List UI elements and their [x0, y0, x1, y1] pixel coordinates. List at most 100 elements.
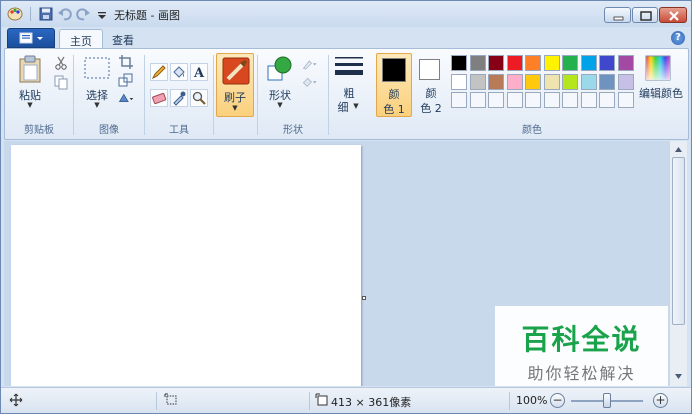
- watermark-title: 百科全说: [521, 323, 642, 356]
- canvas-resize-handle[interactable]: [362, 296, 366, 300]
- file-menu-button[interactable]: [7, 28, 55, 48]
- palette-color-swatch[interactable]: [506, 55, 523, 71]
- image-group-label: 图像: [99, 125, 119, 136]
- color1-label-line1: 颜: [388, 88, 400, 101]
- crop-icon[interactable]: [118, 54, 134, 70]
- edit-colors-icon: [645, 55, 671, 81]
- zoom-in-button[interactable]: +: [653, 393, 668, 408]
- edit-colors-label: 编辑颜色: [639, 87, 683, 100]
- resize-icon[interactable]: [118, 72, 134, 88]
- palette-color-swatch[interactable]: [451, 55, 467, 71]
- palette-custom-slot[interactable]: [506, 92, 523, 108]
- palette-custom-slot[interactable]: [580, 92, 597, 108]
- palette-color-swatch[interactable]: [562, 73, 578, 90]
- image-group: 选择 ▼ 图像: [74, 49, 144, 139]
- tools-group-label: 工具: [169, 125, 189, 136]
- cut-icon[interactable]: [53, 55, 69, 71]
- help-icon[interactable]: ?: [671, 31, 685, 45]
- zoom-out-button[interactable]: −: [550, 393, 565, 408]
- copy-icon[interactable]: [53, 74, 69, 90]
- pencil-tool[interactable]: [150, 63, 168, 81]
- palette-custom-slot[interactable]: [599, 92, 615, 108]
- maximize-button[interactable]: [632, 7, 658, 23]
- palette-color-swatch[interactable]: [617, 73, 634, 90]
- save-icon[interactable]: [38, 6, 54, 22]
- color2-button[interactable]: 颜 色 2: [414, 53, 448, 117]
- shapes-group-label: 形状: [283, 125, 303, 136]
- palette-color-swatch[interactable]: [617, 55, 634, 71]
- tab-home[interactable]: 主页: [59, 29, 103, 50]
- qat-separator: [30, 7, 31, 21]
- close-icon: [669, 11, 679, 21]
- magnifier-tool[interactable]: [190, 89, 208, 107]
- color1-label-line2: 色 1: [383, 103, 405, 116]
- outline-icon[interactable]: [302, 56, 318, 72]
- minimize-button[interactable]: [604, 7, 631, 23]
- vertical-scrollbar[interactable]: [669, 141, 687, 386]
- tab-view[interactable]: 查看: [102, 29, 144, 49]
- edit-colors-button[interactable]: 编辑颜色: [633, 53, 687, 115]
- size-dropdown-icon[interactable]: ▼: [351, 102, 361, 110]
- palette-color-swatch[interactable]: [469, 73, 486, 90]
- brush-button[interactable]: 刷子 ▼: [216, 53, 254, 117]
- palette-color-swatch[interactable]: [562, 55, 578, 71]
- paste-dropdown-icon[interactable]: ▼: [11, 101, 49, 109]
- palette-color-swatch[interactable]: [543, 73, 560, 90]
- redo-icon[interactable]: [75, 6, 91, 22]
- scrollbar-thumb[interactable]: [672, 157, 685, 325]
- eyedropper-icon: [173, 91, 186, 106]
- select-dropdown-icon[interactable]: ▼: [78, 101, 116, 109]
- shapes-icon[interactable]: [266, 55, 294, 83]
- zoom-level: 100%: [516, 394, 548, 407]
- customize-dropdown-icon[interactable]: [94, 6, 110, 22]
- palette-color-swatch[interactable]: [506, 73, 523, 90]
- eraser-tool[interactable]: [150, 89, 168, 107]
- shapes-dropdown-icon[interactable]: ▼: [261, 101, 299, 109]
- palette-custom-slot[interactable]: [543, 92, 560, 108]
- fill-icon[interactable]: [302, 74, 318, 90]
- size-group: 粗 细 ▼: [329, 49, 373, 139]
- watermark-logo: 百科全说 助你轻松解决: [495, 306, 668, 386]
- palette-custom-slot[interactable]: [617, 92, 634, 108]
- palette-custom-slot[interactable]: [525, 92, 541, 108]
- color2-label-line1: 颜: [425, 87, 437, 100]
- palette-custom-slot[interactable]: [488, 92, 504, 108]
- palette-color-swatch[interactable]: [580, 55, 597, 71]
- image-size-text: 413 × 361像素: [331, 396, 412, 409]
- close-button[interactable]: [659, 7, 687, 23]
- palette-custom-slot[interactable]: [451, 92, 467, 108]
- brush-label: 刷子: [224, 91, 246, 104]
- palette-color-swatch[interactable]: [469, 55, 486, 71]
- text-tool[interactable]: A: [190, 63, 208, 81]
- brush-icon: [222, 57, 250, 85]
- palette-color-swatch[interactable]: [525, 73, 541, 90]
- palette-custom-slot[interactable]: [469, 92, 486, 108]
- color-picker-tool[interactable]: [170, 89, 188, 107]
- paint-app-icon[interactable]: [7, 6, 23, 21]
- clipboard-group: 粘贴 ▼ 剪贴板: [5, 49, 73, 139]
- line-size-icon[interactable]: [335, 55, 363, 79]
- palette-color-swatch[interactable]: [599, 73, 615, 90]
- undo-icon[interactable]: [57, 6, 73, 22]
- zoom-slider-thumb[interactable]: [603, 393, 611, 408]
- select-icon[interactable]: [84, 57, 110, 79]
- palette-color-swatch[interactable]: [599, 55, 615, 71]
- palette-color-swatch[interactable]: [580, 73, 597, 90]
- palette-color-swatch[interactable]: [451, 73, 467, 90]
- palette-custom-slot[interactable]: [562, 92, 578, 108]
- paste-icon[interactable]: [18, 55, 42, 83]
- scroll-up-icon[interactable]: [673, 144, 684, 155]
- drawing-canvas[interactable]: [11, 145, 361, 386]
- color1-button[interactable]: 颜 色 1: [376, 53, 412, 117]
- brush-dropdown-icon[interactable]: ▼: [217, 104, 253, 112]
- palette-color-swatch[interactable]: [525, 55, 541, 71]
- cursor-position-icon: [9, 393, 23, 407]
- palette-color-swatch[interactable]: [488, 55, 504, 71]
- rotate-icon[interactable]: [118, 90, 134, 106]
- color2-label-line2: 色 2: [420, 102, 442, 115]
- palette-color-swatch[interactable]: [488, 73, 504, 90]
- fill-tool[interactable]: [170, 63, 188, 81]
- palette-color-swatch[interactable]: [543, 55, 560, 71]
- scroll-down-icon[interactable]: [673, 371, 684, 382]
- window-title: 无标题 - 画图: [114, 9, 180, 22]
